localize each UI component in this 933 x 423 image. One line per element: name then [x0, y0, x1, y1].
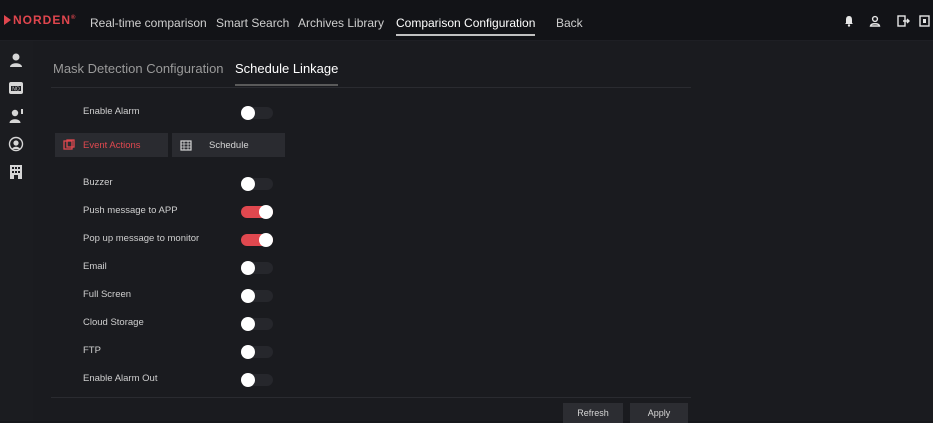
toggle-knob: [241, 373, 255, 387]
toggle-knob: [241, 289, 255, 303]
event-actions-icon: [63, 139, 75, 150]
toggle-knob: [259, 233, 273, 247]
refresh-button[interactable]: Refresh: [563, 403, 623, 423]
toggle-knob: [241, 177, 255, 191]
tab-mask-detection-configuration[interactable]: Mask Detection Configuration: [53, 61, 224, 76]
svg-text:NO: NO: [12, 86, 20, 92]
push-message-toggle[interactable]: [241, 205, 273, 219]
toggle-knob: [259, 205, 273, 219]
cloud-storage-toggle[interactable]: [241, 317, 273, 331]
no-mask-icon[interactable]: NO: [7, 79, 25, 97]
full-screen-label: Full Screen: [83, 289, 132, 300]
enable-alarm-out-toggle[interactable]: [241, 373, 273, 387]
enable-alarm-toggle[interactable]: [241, 106, 273, 120]
nav-back[interactable]: Back: [556, 16, 583, 30]
tab-event-actions[interactable]: Event Actions: [55, 133, 168, 157]
brand-arrow-icon: [4, 15, 11, 25]
toggle-knob: [241, 345, 255, 359]
toggle-knob: [241, 317, 255, 331]
schedule-label: Schedule: [209, 140, 249, 151]
cloud-storage-label: Cloud Storage: [83, 317, 144, 328]
person-temp-icon[interactable]: [7, 107, 25, 125]
push-message-label: Push message to APP: [83, 205, 178, 216]
toggle-knob: [241, 106, 255, 120]
full-screen-toggle[interactable]: [241, 289, 273, 303]
main-panel: Mask Detection Configuration Schedule Li…: [33, 41, 933, 423]
brand-mark: ®: [71, 15, 77, 21]
buzzer-toggle[interactable]: [241, 177, 273, 191]
logout-icon[interactable]: [896, 14, 910, 28]
building-icon[interactable]: [7, 163, 25, 181]
top-bar: NORDEN® Real-time comparison Smart Searc…: [0, 0, 933, 41]
face-scan-icon[interactable]: [7, 135, 25, 153]
bell-icon[interactable]: [842, 14, 856, 28]
email-toggle[interactable]: [241, 261, 273, 275]
fullscreen-icon[interactable]: [918, 14, 932, 28]
person-icon[interactable]: [7, 51, 25, 69]
nav-realtime-comparison[interactable]: Real-time comparison: [90, 16, 207, 30]
nav-smart-search[interactable]: Smart Search: [216, 16, 289, 30]
footer-divider: [51, 397, 691, 398]
user-icon[interactable]: [868, 14, 882, 28]
nav-archives-library[interactable]: Archives Library: [298, 16, 384, 30]
apply-button[interactable]: Apply: [630, 403, 688, 423]
popup-monitor-label: Pop up message to monitor: [83, 233, 200, 244]
toggle-knob: [241, 261, 255, 275]
buzzer-label: Buzzer: [83, 177, 113, 188]
event-actions-label: Event Actions: [83, 140, 141, 151]
ftp-toggle[interactable]: [241, 345, 273, 359]
enable-alarm-out-label: Enable Alarm Out: [83, 373, 158, 384]
tab-divider: [51, 87, 691, 88]
calendar-icon: [180, 140, 192, 151]
email-label: Email: [83, 261, 107, 272]
ftp-label: FTP: [83, 345, 101, 356]
tab-schedule[interactable]: Schedule: [172, 133, 285, 157]
tab-schedule-linkage[interactable]: Schedule Linkage: [235, 61, 339, 86]
nav-comparison-configuration[interactable]: Comparison Configuration: [396, 16, 536, 36]
sidebar: NO: [0, 41, 33, 421]
enable-alarm-label: Enable Alarm: [83, 106, 140, 117]
brand-name: NORDEN: [13, 13, 72, 27]
brand-logo: NORDEN®: [4, 13, 76, 27]
popup-monitor-toggle[interactable]: [241, 233, 273, 247]
